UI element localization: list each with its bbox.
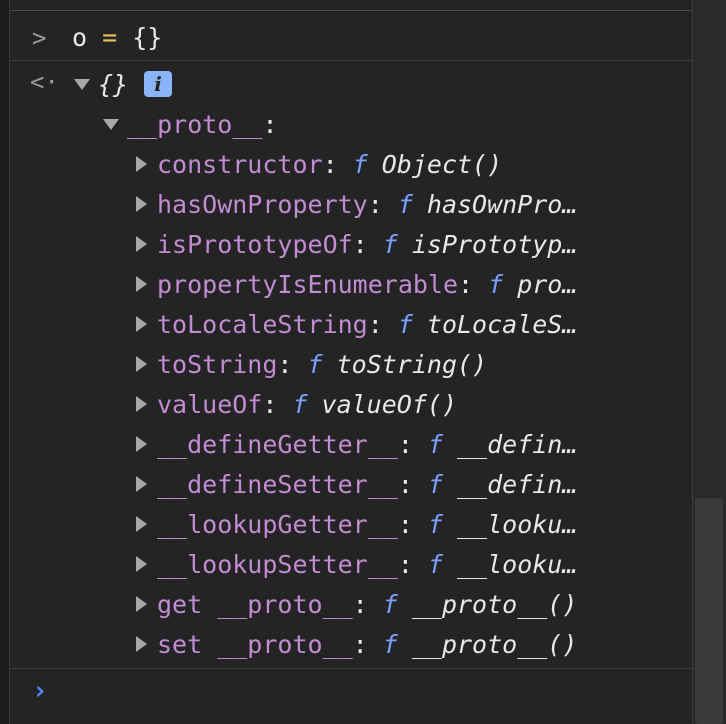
expand-entry-icon[interactable] — [136, 276, 147, 292]
function-marker: f — [427, 430, 443, 459]
proto-colon: : — [262, 110, 278, 139]
expand-entry-icon[interactable] — [136, 596, 147, 612]
entry-key: toString — [157, 350, 278, 379]
proto-entry-row[interactable]: valueOf: f valueOf() — [136, 385, 626, 425]
entry-function-name: toLocaleS… — [426, 310, 578, 339]
entry-function-name: __looku… — [457, 550, 578, 579]
entry-function-name: toString() — [336, 350, 488, 379]
entry-key: hasOwnProperty — [157, 190, 368, 219]
expand-proto-icon[interactable] — [103, 118, 119, 130]
entry-function-name: __proto__() — [411, 630, 578, 659]
command-chevron-icon: > — [32, 24, 47, 52]
function-marker: f — [488, 270, 504, 299]
console-top-border — [10, 10, 692, 11]
input-prompt-icon[interactable]: › — [32, 676, 48, 706]
proto-entry-row[interactable]: toString: f toString() — [136, 345, 626, 385]
devtools-console: > o = {} <· {} i __proto__: constructor: … — [0, 0, 726, 724]
entry-key: get __proto__ — [157, 590, 353, 619]
console-left-gutter — [0, 0, 10, 724]
entry-key: constructor — [157, 150, 323, 179]
result-return-icon: <· — [30, 68, 59, 96]
entry-function-name: pro… — [517, 270, 578, 299]
proto-entry-row[interactable]: __lookupGetter__: f __looku… — [136, 505, 626, 545]
function-marker: f — [292, 390, 308, 419]
entry-function-name: __looku… — [457, 510, 578, 539]
proto-entry-row[interactable]: __defineGetter__: f __defin… — [136, 425, 626, 465]
expand-entry-icon[interactable] — [136, 516, 147, 532]
entry-colon: : — [322, 150, 353, 179]
entry-colon: : — [397, 510, 428, 539]
entry-key: __defineSetter__ — [157, 470, 398, 499]
expand-entry-icon[interactable] — [136, 396, 147, 412]
command-variable: o — [72, 23, 88, 52]
entry-colon: : — [352, 630, 383, 659]
scrollbar-thumb[interactable] — [695, 498, 723, 724]
entry-colon: : — [397, 470, 428, 499]
proto-entry-row[interactable]: propertyIsEnumerable: f pro… — [136, 265, 626, 305]
function-marker: f — [307, 350, 323, 379]
result-summary: {} — [98, 70, 129, 99]
expand-entry-icon[interactable] — [136, 236, 147, 252]
entry-key: __lookupSetter__ — [157, 550, 398, 579]
expand-entry-icon[interactable] — [136, 196, 147, 212]
entry-colon: : — [367, 190, 398, 219]
proto-entry-row[interactable]: get __proto__: f __proto__() — [136, 585, 626, 625]
function-marker: f — [352, 150, 368, 179]
entry-function-name: hasOwnPro… — [426, 190, 578, 219]
entry-colon: : — [277, 350, 308, 379]
entry-key: set __proto__ — [157, 630, 353, 659]
expand-entry-icon[interactable] — [136, 556, 147, 572]
proto-entry-row[interactable]: isPrototypeOf: f isPrototyp… — [136, 225, 626, 265]
entry-colon: : — [367, 310, 398, 339]
function-marker: f — [382, 630, 398, 659]
entry-colon: : — [458, 270, 489, 299]
proto-entry-row[interactable]: __defineSetter__: f __defin… — [136, 465, 626, 505]
entry-function-name: __defin… — [457, 430, 578, 459]
entry-function-name: __proto__() — [411, 590, 578, 619]
proto-row[interactable]: __proto__: — [103, 105, 278, 145]
entry-function-name: __defin… — [457, 470, 578, 499]
function-marker: f — [397, 190, 413, 219]
expand-entry-icon[interactable] — [136, 636, 147, 652]
entry-key: propertyIsEnumerable — [157, 270, 459, 299]
entry-key: __defineGetter__ — [157, 430, 398, 459]
entry-colon: : — [262, 390, 293, 419]
entry-function-name: isPrototyp… — [411, 230, 578, 259]
proto-entry-row[interactable]: __lookupSetter__: f __looku… — [136, 545, 626, 585]
expand-entry-icon[interactable] — [136, 156, 147, 172]
entry-function-name: valueOf() — [321, 390, 457, 419]
entry-colon: : — [352, 590, 383, 619]
proto-entry-row[interactable]: hasOwnProperty: f hasOwnPro… — [136, 185, 626, 225]
command-operator: = — [102, 23, 118, 52]
expand-entry-icon[interactable] — [136, 436, 147, 452]
entry-key: valueOf — [157, 390, 263, 419]
entry-key: isPrototypeOf — [157, 230, 353, 259]
function-marker: f — [382, 230, 398, 259]
command-separator — [10, 60, 692, 61]
expand-entry-icon[interactable] — [136, 356, 147, 372]
entry-key: __lookupGetter__ — [157, 510, 398, 539]
function-marker: f — [397, 310, 413, 339]
proto-entry-row[interactable]: set __proto__: f __proto__() — [136, 625, 626, 665]
expand-result-icon[interactable] — [74, 78, 90, 90]
function-marker: f — [382, 590, 398, 619]
proto-label: __proto__ — [127, 110, 263, 139]
proto-entry-row[interactable]: toLocaleString: f toLocaleS… — [136, 305, 626, 345]
function-marker: f — [427, 470, 443, 499]
function-marker: f — [427, 510, 443, 539]
entry-function-name: Object() — [381, 150, 503, 179]
entry-colon: : — [397, 550, 428, 579]
proto-entry-row[interactable]: constructor: f Object() — [136, 145, 626, 185]
entry-colon: : — [352, 230, 383, 259]
input-separator — [10, 668, 692, 669]
entry-colon: : — [397, 430, 428, 459]
info-icon[interactable]: i — [144, 71, 173, 97]
expand-entry-icon[interactable] — [136, 476, 147, 492]
function-marker: f — [427, 550, 443, 579]
command-line[interactable]: o = {} — [72, 18, 162, 58]
entry-key: toLocaleString — [157, 310, 368, 339]
result-object-row[interactable]: {} i — [74, 65, 173, 105]
command-value: {} — [132, 23, 163, 52]
expand-entry-icon[interactable] — [136, 316, 147, 332]
